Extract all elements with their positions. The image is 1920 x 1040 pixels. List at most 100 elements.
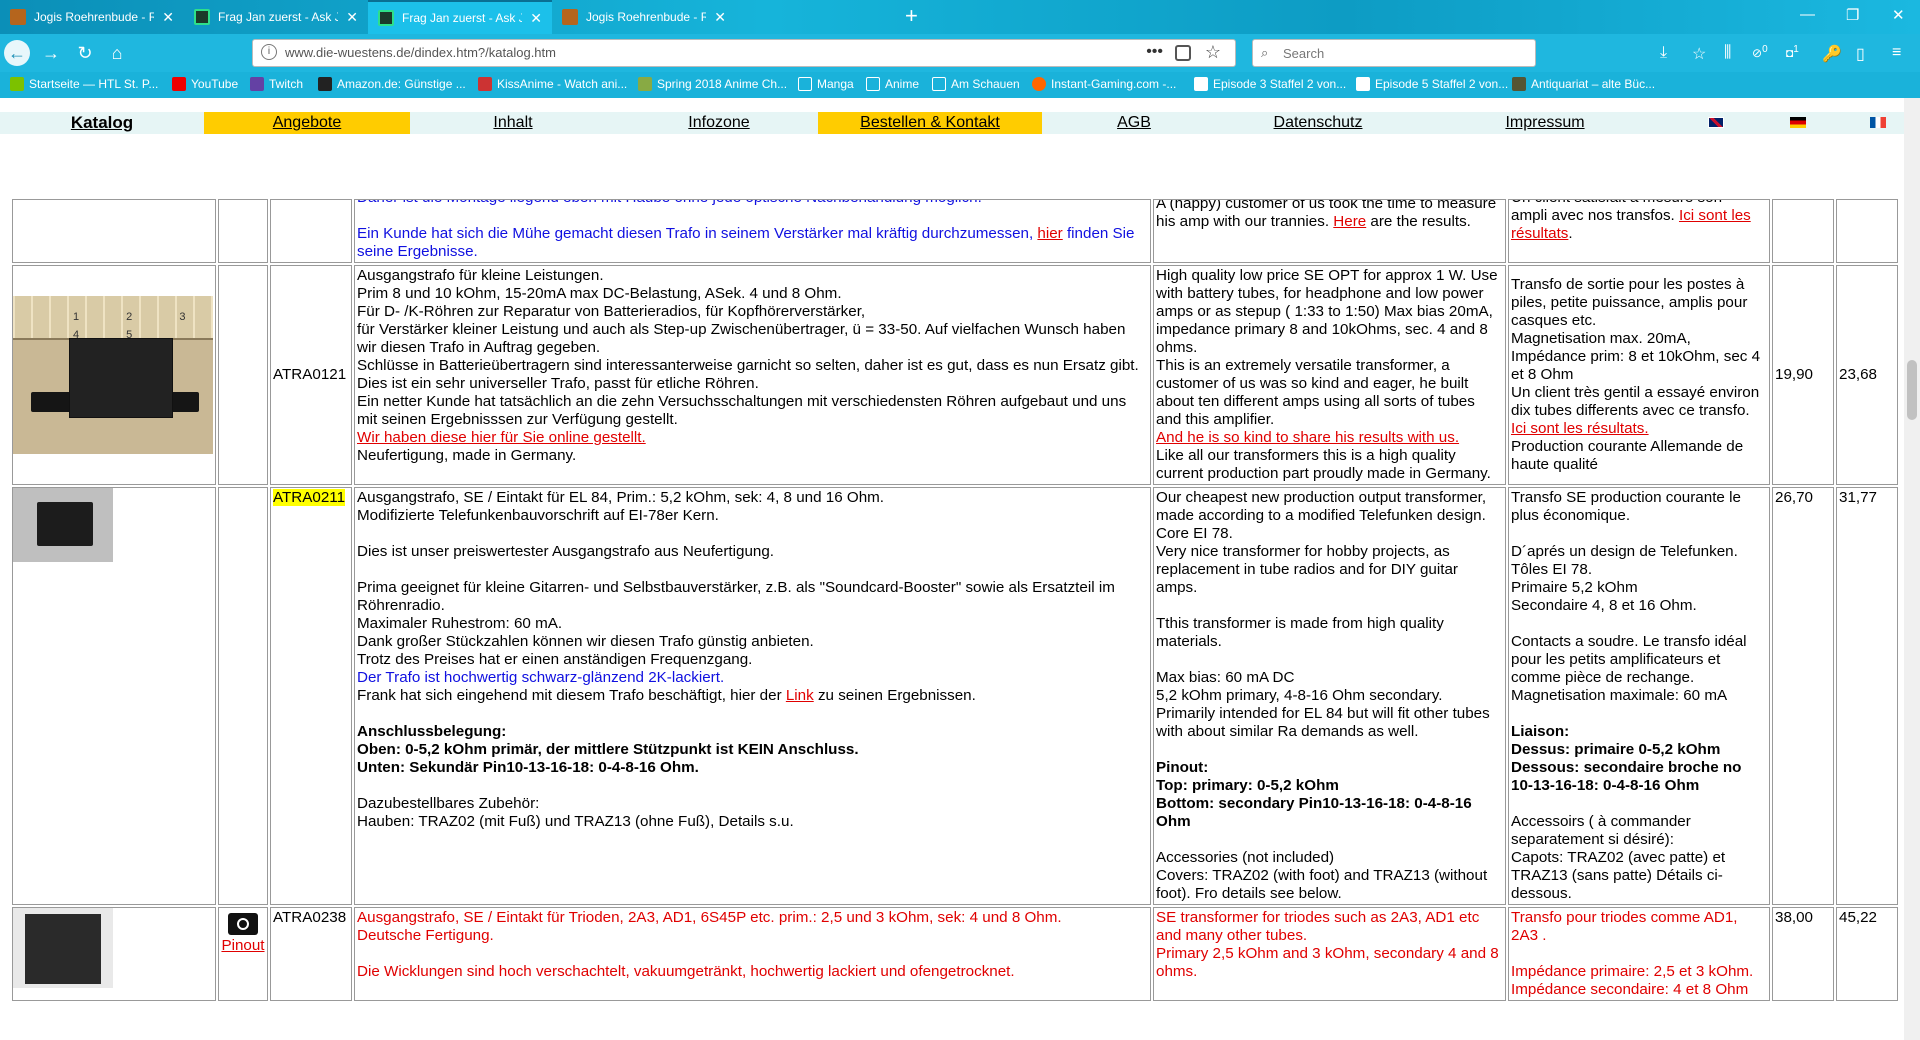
description-de: Daher ist die Montage liegend eben mit H… — [354, 199, 1151, 263]
bookmark-item[interactable]: Spring 2018 Anime Ch... — [638, 77, 787, 91]
flag-fr-icon[interactable] — [1870, 117, 1886, 128]
extension-key-icon[interactable]: 🔑 — [1822, 44, 1842, 64]
article-code: ATRA0211 — [270, 487, 352, 905]
url-text[interactable]: www.die-wuestens.de/dindex.htm?/katalog.… — [285, 45, 556, 60]
bookmark-item[interactable]: Amazon.de: Günstige ... — [318, 77, 466, 91]
kissanime-icon — [478, 77, 492, 91]
transformer-photo[interactable] — [13, 908, 113, 988]
article-code: ATRA0121 — [270, 265, 352, 485]
amazon-icon — [318, 77, 332, 91]
share-results-link[interactable]: And he is so kind to share his results w… — [1156, 429, 1459, 446]
bookmark-item[interactable]: KissAnime - Watch ani... — [478, 77, 627, 91]
close-tab-icon[interactable]: ✕ — [346, 9, 358, 26]
browser-window: Jogis Roehrenbude - Roehrenang ✕ Frag Ja… — [0, 0, 1920, 1040]
pinout-link[interactable]: Pinout — [221, 937, 264, 954]
restore-icon[interactable]: ❐ — [1846, 6, 1859, 24]
tab-frag-jan-1[interactable]: Frag Jan zuerst - Ask Jan first: Ra ✕ — [184, 0, 368, 34]
menu-agb[interactable]: AGB — [1042, 112, 1226, 134]
tab-bar: Jogis Roehrenbude - Roehrenang ✕ Frag Ja… — [0, 0, 1920, 34]
sidebar-icon[interactable]: ▯ — [1856, 44, 1865, 64]
menu-katalog[interactable]: Katalog — [40, 112, 164, 134]
scrollbar-thumb[interactable] — [1907, 360, 1917, 420]
table-row: Pinout ATRA0238 Ausgangstrafo, SE / Eint… — [12, 907, 1898, 1001]
home-icon[interactable]: ⌂ — [104, 40, 130, 66]
transformer-photo[interactable] — [13, 488, 113, 562]
description-en: A (happy) customer of us took the time t… — [1153, 199, 1506, 263]
search-bar[interactable]: ⌕ Search — [1252, 39, 1536, 67]
bookmark-item[interactable]: Instant-Gaming.com -... — [1032, 77, 1176, 91]
back-icon[interactable]: ← — [4, 40, 30, 66]
tab-jogis-1[interactable]: Jogis Roehrenbude - Roehrenang ✕ — [0, 0, 184, 34]
bookmarks-toolbar: Startseite — HTL St. P... YouTube Twitch… — [0, 72, 1920, 98]
bookmark-star-icon[interactable]: ☆ — [1205, 42, 1221, 63]
table-row: 1 2 3 4 5 ATRA0121 Ausgangstrafo für kle… — [12, 265, 1898, 485]
menu-impressum[interactable]: Impressum — [1410, 112, 1680, 134]
menu-angebote[interactable]: Angebote — [204, 112, 410, 134]
bookmark-item[interactable]: Twitch — [250, 77, 303, 91]
resultats-link[interactable]: Ici sont les résultats. — [1511, 420, 1649, 437]
camera-icon[interactable] — [228, 913, 258, 935]
url-bar[interactable]: i www.die-wuestens.de/dindex.htm?/katalo… — [252, 39, 1236, 67]
results-link-en[interactable]: Here — [1333, 213, 1366, 230]
jogis-favicon-icon — [562, 9, 578, 25]
results-online-link[interactable]: Wir haben diese hier für Sie online gest… — [357, 429, 646, 446]
description-en: Our cheapest new production output trans… — [1153, 487, 1506, 905]
page-scrollbar[interactable] — [1904, 98, 1920, 1040]
youtube-icon — [172, 77, 186, 91]
site-menu: Katalog Angebote Inhalt Infozone Bestell… — [0, 112, 1904, 134]
menu-bestellen-kontakt[interactable]: Bestellen & Kontakt — [818, 112, 1042, 134]
price-net: 26,70 — [1772, 487, 1834, 905]
page-actions-icon[interactable]: ••• — [1146, 43, 1163, 61]
menu-inhalt[interactable]: Inhalt — [410, 112, 616, 134]
bookmark-item[interactable]: Startseite — HTL St. P... — [10, 77, 158, 91]
tab-frag-jan-active[interactable]: Frag Jan zuerst - Ask Jan first: Ra ✕ — [368, 0, 552, 34]
antiquariat-icon — [1512, 77, 1526, 91]
bookmark-item[interactable]: Episode 5 Staffel 2 von... — [1356, 77, 1508, 91]
bookmark-item[interactable]: YouTube — [172, 77, 238, 91]
flag-uk-icon[interactable] — [1708, 117, 1724, 128]
price-gross: 31,77 — [1836, 487, 1898, 905]
pocket-icon[interactable] — [1175, 45, 1191, 61]
bookmark-folder[interactable]: Manga — [798, 77, 854, 91]
close-tab-icon[interactable]: ✕ — [530, 10, 542, 27]
reload-icon[interactable]: ↻ — [72, 40, 98, 66]
description-fr: Transfo de sortie pour les postes à pile… — [1508, 265, 1770, 485]
close-tab-icon[interactable]: ✕ — [714, 9, 726, 26]
pocket-list-icon[interactable]: ☆ — [1692, 44, 1706, 64]
bookmark-item[interactable]: Episode 3 Staffel 2 von... — [1194, 77, 1346, 91]
catalog-content: Daher ist die Montage liegend eben mit H… — [0, 198, 1904, 1040]
transformer-photo[interactable]: 1 2 3 4 5 — [13, 296, 213, 454]
flag-de-icon[interactable] — [1790, 117, 1806, 128]
bookmark-folder[interactable]: Anime — [866, 77, 919, 91]
product-image-cell — [12, 487, 216, 905]
close-window-icon[interactable]: ✕ — [1892, 6, 1905, 24]
ublock-icon[interactable]: ◘1 — [1786, 44, 1799, 60]
menu-infozone[interactable]: Infozone — [616, 112, 822, 134]
description-de: Ausgangstrafo für kleine Leistungen. Pri… — [354, 265, 1151, 485]
price-gross: 23,68 — [1836, 265, 1898, 485]
bookmark-item[interactable]: Antiquariat – alte Büc... — [1512, 77, 1655, 91]
menu-datenschutz[interactable]: Datenschutz — [1226, 112, 1410, 134]
library-icon[interactable]: ⫼ — [1724, 44, 1731, 62]
description-de: Ausgangstrafo, SE / Eintakt für EL 84, P… — [354, 487, 1151, 905]
menu-icon[interactable]: ≡ — [1892, 44, 1901, 62]
web-page: Katalog Angebote Inhalt Infozone Bestell… — [0, 98, 1904, 1040]
transformer-body-graphic — [69, 338, 173, 418]
close-tab-icon[interactable]: ✕ — [162, 9, 174, 26]
new-tab-button[interactable]: + — [905, 3, 918, 29]
frank-results-link[interactable]: Link — [786, 687, 814, 704]
catalog-table: Daher ist die Montage liegend eben mit H… — [10, 198, 1900, 1003]
product-image-cell: 1 2 3 4 5 — [12, 265, 216, 485]
search-icon: ⌕ — [1261, 45, 1269, 60]
results-link[interactable]: hier — [1037, 225, 1062, 242]
downloads-icon[interactable]: ⤓ — [1660, 44, 1667, 62]
tab-jogis-2[interactable]: Jogis Roehrenbude - Roehrenang ✕ — [552, 0, 736, 34]
minimize-icon[interactable]: — — [1800, 6, 1815, 23]
extension-badge-icon[interactable]: ⊘0 — [1752, 44, 1768, 60]
site-info-icon[interactable]: i — [261, 44, 277, 60]
bookmark-folder[interactable]: Am Schauen — [932, 77, 1020, 91]
anime-chart-icon — [638, 77, 652, 91]
folder-icon — [932, 77, 946, 91]
frag-jan-favicon-icon — [378, 10, 394, 26]
forward-icon[interactable]: → — [38, 40, 64, 66]
